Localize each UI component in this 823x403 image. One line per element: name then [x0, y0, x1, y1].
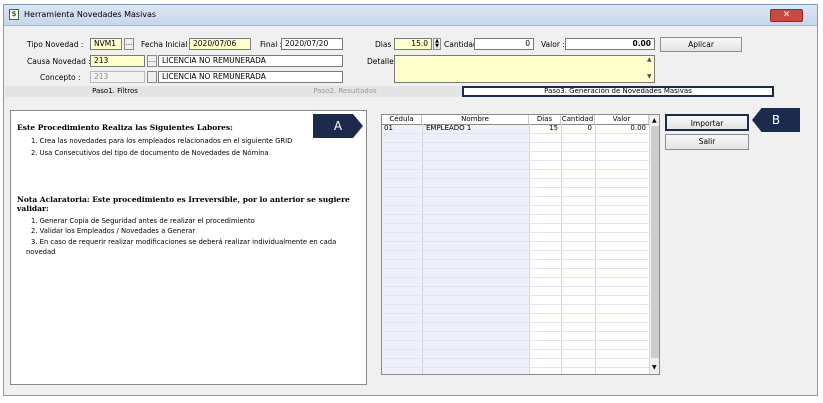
- note-item-3-cont: novedad: [26, 248, 56, 256]
- scroll-up-icon[interactable]: ▲: [652, 117, 657, 124]
- note-item-1: 1. Generar Copia de Seguridad antes de r…: [31, 217, 255, 225]
- grid-row-line: [382, 322, 649, 323]
- grid-row-line: [382, 259, 649, 260]
- grid-row-line: [382, 313, 649, 314]
- tab-paso1[interactable]: Paso1. Filtros: [85, 86, 145, 97]
- grid-row-line: [382, 196, 649, 197]
- app-icon: $: [9, 9, 19, 20]
- wizard-tabs: Paso1. Filtros Paso2. Resultados Paso3. …: [5, 86, 774, 97]
- fecha-final-label: Final :: [260, 40, 283, 49]
- grid-header-valor[interactable]: Valor: [595, 115, 649, 124]
- valor-field[interactable]: 0.00: [565, 38, 655, 50]
- note-item-2: 2. Validar los Empleados / Novedades a G…: [31, 227, 196, 235]
- fecha-inicial-field[interactable]: 2020/07/06: [189, 38, 251, 50]
- fecha-final-field[interactable]: 2020/07/20: [281, 38, 343, 50]
- grid-row-line: [382, 304, 649, 305]
- grid-cell-dias[interactable]: 15: [529, 124, 558, 133]
- salir-button[interactable]: Salir: [665, 134, 749, 150]
- grid-header-cedula[interactable]: Cédula: [382, 115, 422, 124]
- detalle-scroll-down-icon[interactable]: ▼: [647, 73, 652, 80]
- procedure-item-1: 1. Crea las novedades para los empleados…: [31, 137, 293, 145]
- tipo-novedad-label: Tipo Novedad :: [27, 40, 84, 49]
- grid-row-line: [382, 223, 649, 224]
- procedure-heading: Este Procedimiento Realiza las Siguiente…: [17, 123, 233, 132]
- grid-header-cantidad[interactable]: Cantidad: [561, 115, 595, 124]
- grid-row-line: [382, 151, 649, 152]
- grid-row-line: [382, 160, 649, 161]
- cantidad-field[interactable]: 0: [474, 38, 534, 50]
- grid-row-line: [382, 250, 649, 251]
- note-heading-cont: validar:: [17, 204, 49, 213]
- grid-row-line: [382, 295, 649, 296]
- grid-row-line: [382, 178, 649, 179]
- grid-cell-nombre[interactable]: EMPLEADO 1: [426, 124, 526, 133]
- info-panel: Este Procedimiento Realiza las Siguiente…: [10, 110, 367, 385]
- grid-row-line: [382, 133, 649, 134]
- grid-row-line: [382, 169, 649, 170]
- callout-a: A: [313, 114, 363, 138]
- title-bar: $ Herramienta Novedades Masivas ✕: [4, 5, 817, 26]
- grid-row-line: [382, 232, 649, 233]
- tipo-novedad-lookup-button[interactable]: ...: [124, 38, 134, 50]
- grid-header-dias[interactable]: Dias: [529, 115, 561, 124]
- grid-cell-valor[interactable]: 0.00: [595, 124, 646, 133]
- grid-scrollbar[interactable]: ▲ ▼: [649, 115, 659, 374]
- grid-row-line: [382, 331, 649, 332]
- grid-row-line: [382, 187, 649, 188]
- procedure-item-2: 2. Usa Consecutivos del tipo de document…: [31, 149, 269, 157]
- grid-row-line: [382, 241, 649, 242]
- grid-row-line: [382, 358, 649, 359]
- detalle-scroll-up-icon[interactable]: ▲: [647, 56, 652, 63]
- concepto-code-field: 213: [90, 71, 145, 83]
- fecha-inicial-label: Fecha Inicial :: [141, 40, 193, 49]
- grid-row-line: [382, 286, 649, 287]
- grid-row-line: [382, 142, 649, 143]
- close-button[interactable]: ✕: [770, 9, 803, 22]
- grid-row-line: [382, 340, 649, 341]
- note-heading: Nota Aclaratoria: Este procedimiento es …: [17, 195, 350, 204]
- causa-code-field[interactable]: 213: [90, 55, 145, 67]
- note-item-3: 3. En caso de requerir realizar modifica…: [31, 238, 337, 246]
- tab-paso2[interactable]: Paso2. Resultados: [310, 86, 380, 97]
- causa-novedad-label: Causa Novedad :: [27, 57, 91, 66]
- causa-lookup-button[interactable]: ...: [147, 55, 157, 67]
- dias-spinner[interactable]: ▲ ▼: [433, 38, 441, 50]
- concepto-description-field: LICENCIA NO REMUNERADA: [158, 71, 343, 83]
- grid-row-line: [382, 205, 649, 206]
- callout-b: B: [752, 108, 800, 132]
- detalle-textarea[interactable]: [394, 55, 655, 83]
- tab-paso3[interactable]: Paso3. Generación de Novedades Masivas: [462, 86, 774, 97]
- grid-header-nombre[interactable]: Nombre: [422, 115, 529, 124]
- causa-description-field: LICENCIA NO REMUNERADA: [158, 55, 343, 67]
- scroll-down-icon[interactable]: ▼: [652, 364, 657, 371]
- window-title: Herramienta Novedades Masivas: [24, 10, 157, 19]
- concepto-lookup-button: [147, 71, 157, 83]
- grid-row-line: [382, 268, 649, 269]
- grid-row-line: [382, 214, 649, 215]
- valor-label: Valor :: [541, 40, 565, 49]
- tipo-novedad-field[interactable]: NVM1: [90, 38, 122, 50]
- grid-row-line: [382, 367, 649, 368]
- grid-cell-cantidad[interactable]: 0: [561, 124, 592, 133]
- dias-field[interactable]: 15.0: [394, 38, 432, 50]
- grid-row-line: [382, 349, 649, 350]
- concepto-label: Concepto :: [40, 73, 81, 82]
- grid-row-line: [382, 277, 649, 278]
- aplicar-button[interactable]: Aplicar: [660, 37, 742, 52]
- importar-button[interactable]: Importar: [665, 114, 749, 131]
- scrollbar-thumb[interactable]: [651, 126, 659, 358]
- employee-grid[interactable]: Cédula Nombre Dias Cantidad Valor 01 EMP…: [381, 114, 660, 375]
- grid-cell-cedula[interactable]: 01: [384, 124, 420, 133]
